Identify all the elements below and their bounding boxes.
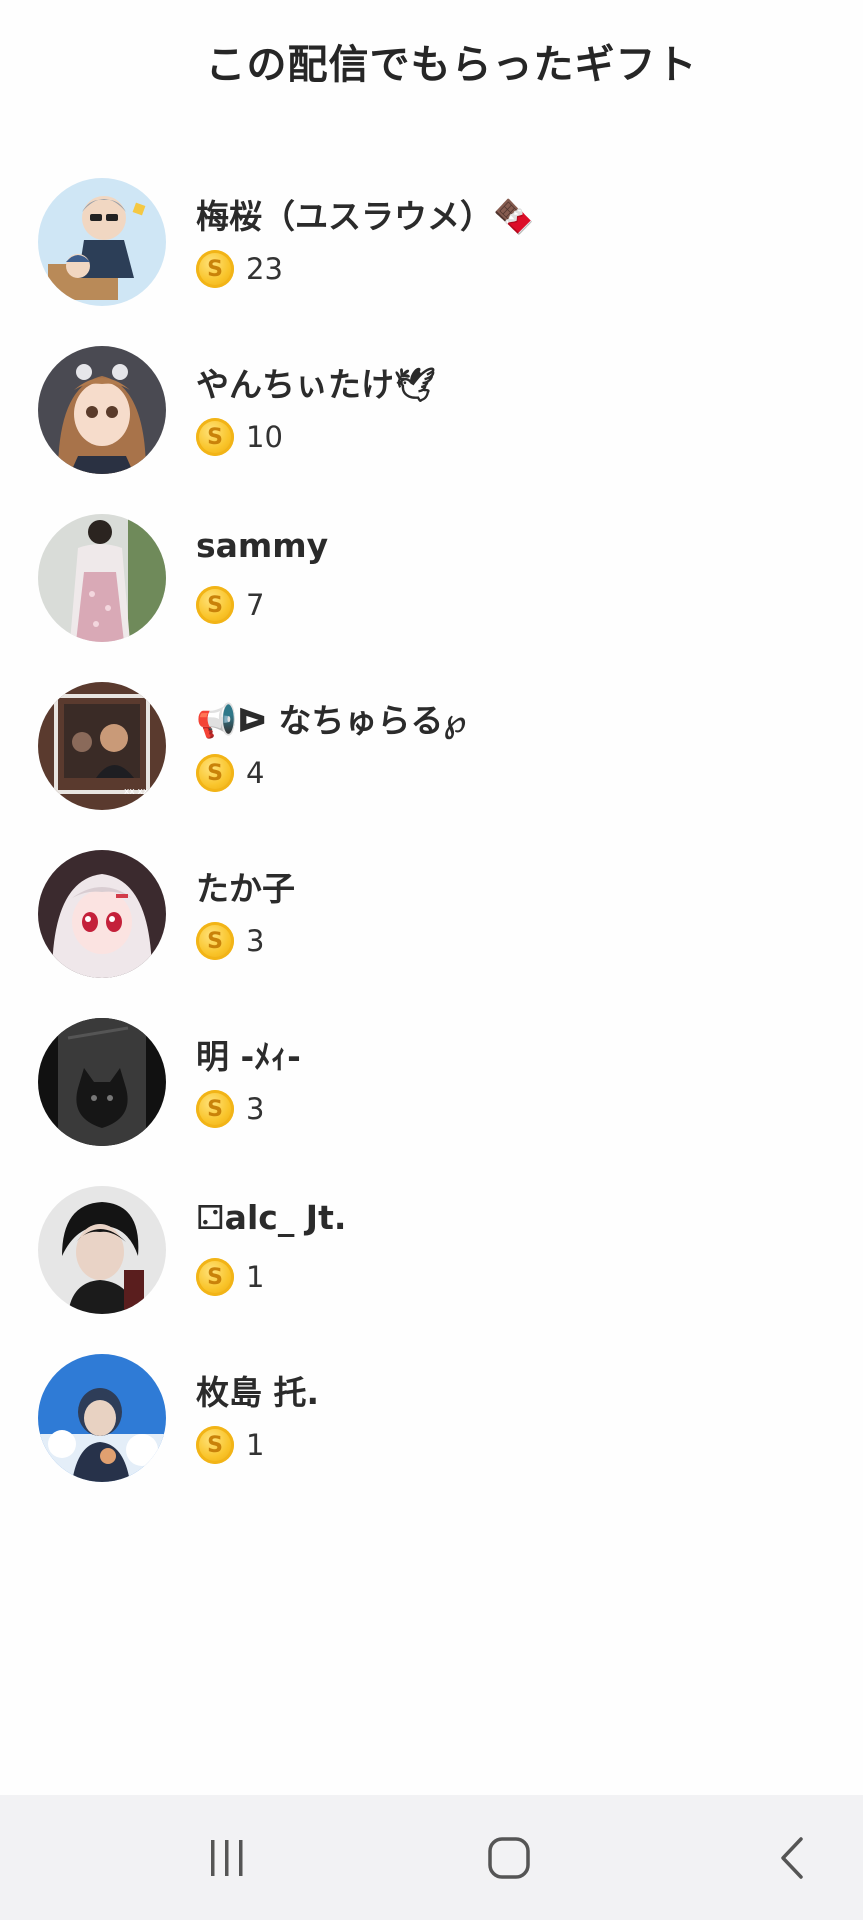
avatar[interactable] — [38, 514, 166, 642]
gift-count-value: 1 — [246, 1260, 265, 1294]
list-item[interactable]: 明 -ﾒｨ- S 3 — [0, 1016, 863, 1184]
gift-count-value: 3 — [246, 924, 265, 958]
gift-count-value: 4 — [246, 756, 265, 790]
coin-icon: S — [196, 754, 234, 792]
list-item[interactable]: やんちぃたけ🕊 S 10 — [0, 344, 863, 512]
back-icon — [781, 1836, 803, 1879]
gifter-name: やんちぃたけ🕊 — [196, 365, 436, 404]
gifter-name: 枚島 托. — [196, 1373, 320, 1412]
avatar[interactable] — [38, 1354, 166, 1482]
gift-count-value: 23 — [246, 252, 283, 286]
gift-count: S 23 — [196, 248, 283, 290]
list-item[interactable]: xx xx 📢ᐅ なちゅらる℘ S 4 — [0, 680, 863, 848]
gift-list-screen: この配信でもらったギフト 梅桜（ユスラウメ）🍫 S 23 やんちぃたけ🕊 S 1… — [0, 0, 863, 1920]
avatar-photo-woman-dress-icon — [38, 514, 166, 642]
gifter-name: 梅桜（ユスラウメ）🍫 — [196, 197, 535, 236]
coin-icon: S — [196, 1258, 234, 1296]
avatar-black-cat-icon — [38, 1018, 166, 1146]
avatar-anime-girl-icon — [38, 346, 166, 474]
avatar[interactable] — [38, 1018, 166, 1146]
gifter-name: 明 -ﾒｨ- — [196, 1037, 301, 1076]
coin-icon: S — [196, 922, 234, 960]
list-item[interactable]: 梅桜（ユスラウメ）🍫 S 23 — [0, 176, 863, 344]
page-title: この配信でもらったギフト — [205, 42, 698, 88]
avatar-anime-girl-white-hair-icon — [38, 850, 166, 978]
gift-count: S 1 — [196, 1424, 264, 1466]
gifter-name: たか子 — [196, 869, 295, 908]
avatar-illustrated-man-with-glasses-icon — [38, 178, 166, 306]
svg-text:xx xx: xx xx — [124, 787, 149, 797]
avatar[interactable]: xx xx — [38, 682, 166, 810]
gift-count: S 1 — [196, 1256, 264, 1298]
home-icon — [488, 1836, 530, 1879]
recent-apps-button[interactable] — [167, 1795, 287, 1920]
gift-count-value: 3 — [246, 1092, 265, 1126]
coin-icon: S — [196, 250, 234, 288]
gift-count: S 7 — [196, 584, 264, 626]
list-item[interactable]: ⚁alc_ Jt. S 1 — [0, 1184, 863, 1352]
list-item[interactable]: 枚島 托. S 1 — [0, 1352, 863, 1520]
gifter-name: ⚁alc_ Jt. — [196, 1198, 347, 1237]
avatar[interactable] — [38, 178, 166, 306]
coin-icon: S — [196, 1090, 234, 1128]
gift-count: S 4 — [196, 752, 264, 794]
gifter-list: 梅桜（ユスラウメ）🍫 S 23 やんちぃたけ🕊 S 10 sammy S 7 x… — [0, 176, 863, 1520]
gifter-name: sammy — [196, 526, 329, 565]
coin-icon: S — [196, 586, 234, 624]
home-button[interactable] — [449, 1795, 569, 1920]
list-item[interactable]: たか子 S 3 — [0, 848, 863, 1016]
gift-count: S 10 — [196, 416, 283, 458]
avatar-dark-haired-boy-icon — [38, 1186, 166, 1314]
gift-count: S 3 — [196, 1088, 264, 1130]
gift-count-value: 7 — [246, 588, 265, 622]
gift-count-value: 1 — [246, 1428, 265, 1462]
gift-count: S 3 — [196, 920, 264, 962]
recent-apps-icon — [211, 1839, 243, 1876]
avatar[interactable] — [38, 850, 166, 978]
avatar-blue-sky-boy-icon — [38, 1354, 166, 1482]
avatar[interactable] — [38, 346, 166, 474]
back-button[interactable] — [733, 1795, 853, 1920]
coin-icon: S — [196, 1426, 234, 1464]
avatar-photo-frame-icon: xx xx — [38, 682, 166, 810]
gifter-name: 📢ᐅ なちゅらる℘ — [196, 701, 467, 740]
list-item[interactable]: sammy S 7 — [0, 512, 863, 680]
avatar[interactable] — [38, 1186, 166, 1314]
gift-count-value: 10 — [246, 420, 283, 454]
coin-icon: S — [196, 418, 234, 456]
system-navigation-bar — [0, 1795, 863, 1920]
